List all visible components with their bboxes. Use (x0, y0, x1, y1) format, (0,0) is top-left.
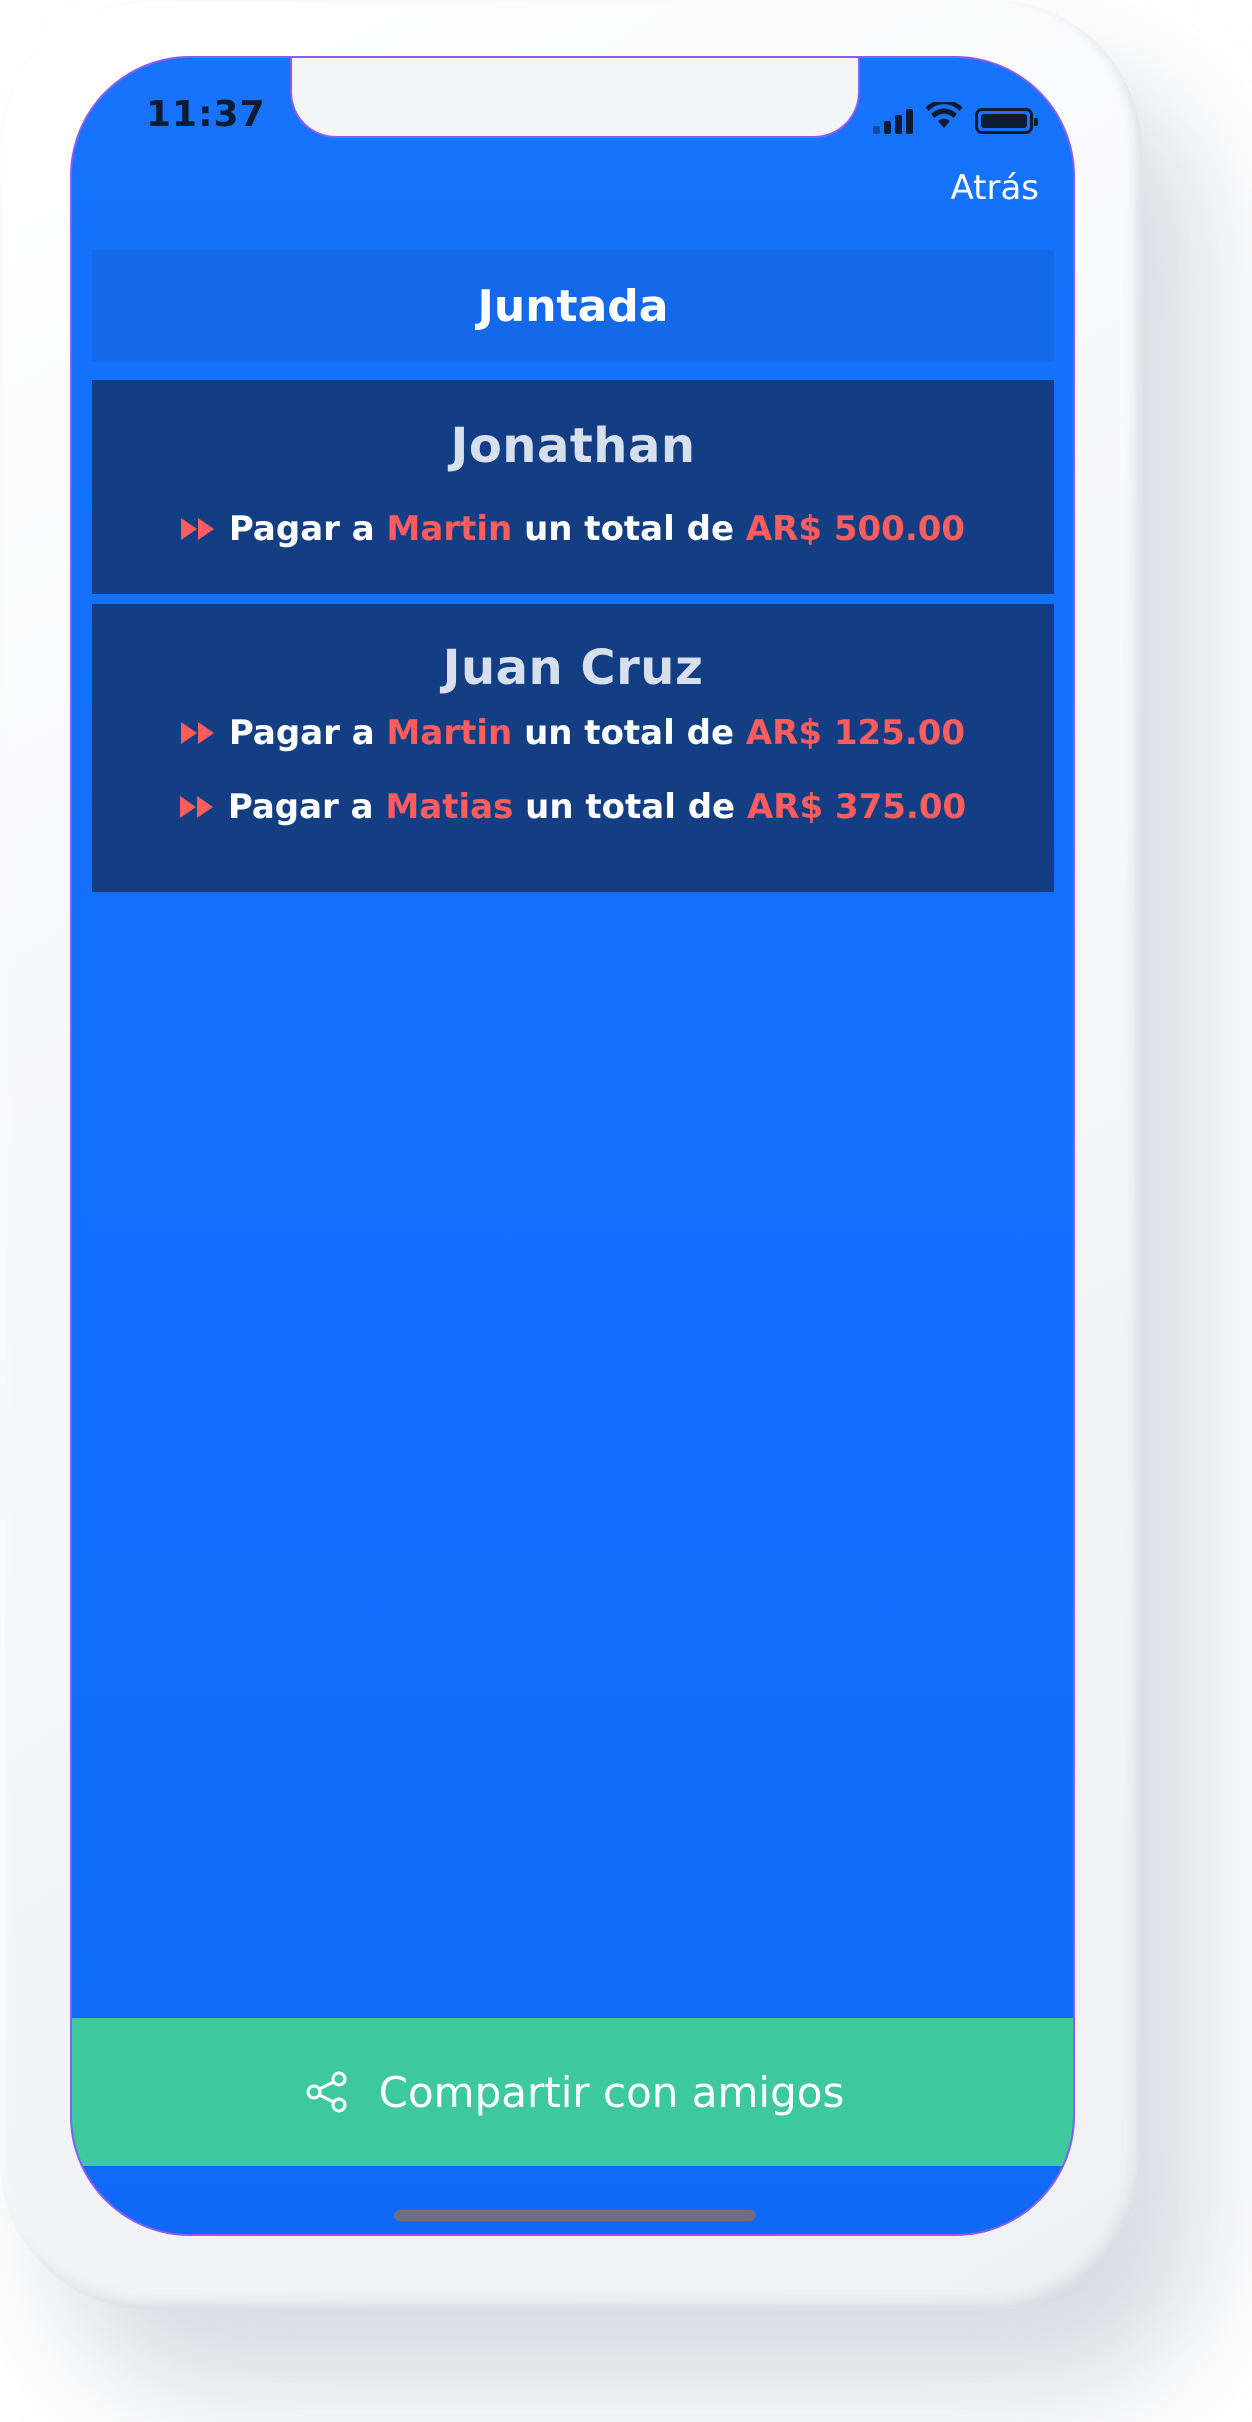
payment-line: Pagar a Martin un total de AR$ 500.00 (92, 492, 1054, 566)
share-with-friends-button[interactable]: Compartir con amigos (72, 2018, 1073, 2166)
payment-middle: un total de (525, 787, 736, 827)
cellular-signal-icon (873, 108, 913, 134)
back-button[interactable]: Atrás (950, 168, 1039, 208)
battery-icon (975, 108, 1038, 134)
payment-recipient: Martin (386, 713, 513, 753)
payment-amount: AR$ 125.00 (745, 713, 966, 753)
status-time: 11:37 (146, 94, 266, 135)
fast-forward-icon (179, 794, 216, 820)
device-notch (290, 58, 860, 138)
payment-line: Pagar a Matias un total de AR$ 375.00 (92, 770, 1054, 844)
person-name: Jonathan (450, 418, 696, 474)
payment-prefix: Pagar a (228, 509, 375, 549)
person-name: Juan Cruz (442, 640, 704, 696)
phone-frame: 11:37 Atrás Juntada Jonathan Pagar a Mar… (0, 0, 1142, 2310)
payment-prefix: Pagar a (228, 713, 375, 753)
payment-prefix: Pagar a (227, 787, 374, 827)
person-card: Jonathan Pagar a Martin un total de AR$ … (92, 380, 1054, 594)
payment-recipient: Matias (385, 787, 514, 827)
wifi-icon (925, 99, 963, 134)
payment-amount: AR$ 500.00 (745, 509, 966, 549)
page-title-bar: Juntada (92, 250, 1054, 362)
page-title: Juntada (477, 280, 669, 332)
share-icon (305, 2070, 349, 2114)
share-button-label: Compartir con amigos (378, 2067, 845, 2117)
person-card: Juan Cruz Pagar a Martin un total de AR$… (92, 604, 1054, 892)
fast-forward-icon (180, 516, 217, 542)
status-icons (873, 99, 1038, 134)
home-indicator[interactable] (394, 2210, 756, 2221)
app-screen: 11:37 Atrás Juntada Jonathan Pagar a Mar… (70, 56, 1075, 2236)
payment-amount: AR$ 375.00 (746, 787, 967, 827)
payment-recipient: Martin (386, 509, 513, 549)
payment-line: Pagar a Martin un total de AR$ 125.00 (92, 696, 1054, 770)
payment-middle: un total de (524, 713, 735, 753)
fast-forward-icon (180, 720, 217, 746)
payment-middle: un total de (524, 509, 735, 549)
